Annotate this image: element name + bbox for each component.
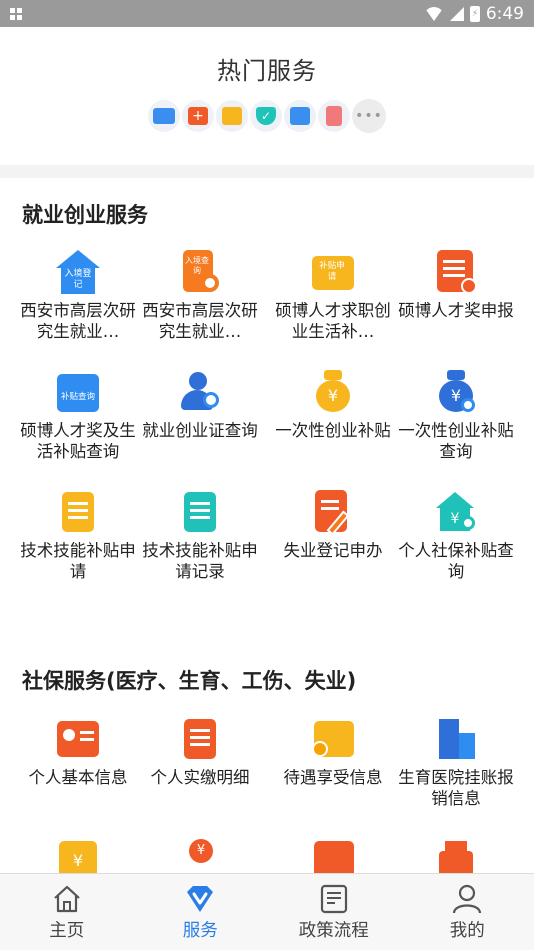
money-bag-icon: ¥ [308, 368, 358, 418]
bottom-tab-bar: 主页 服务 政策流程 我的 [0, 873, 534, 950]
battery-icon: ⚡ [469, 5, 480, 22]
grid-item-employment-7[interactable]: ¥ 一次性创业补贴 [273, 368, 393, 441]
services-panel: 就业创业服务 入境登记 西安市高层次研究生就业… 入境查询 西安市高层次研究生就… [0, 178, 534, 881]
policy-doc-icon [318, 884, 350, 914]
home-icon [51, 884, 83, 914]
hot-services-title: 热门服务 [217, 57, 317, 85]
money-bag-search-icon: ¥ [431, 368, 481, 418]
building-icon [431, 715, 481, 765]
clipboard-list-icon [175, 488, 225, 538]
grid-item-social-4[interactable]: 生育医院挂账报销信息 [396, 715, 516, 809]
grid-item-employment-4[interactable]: 硕博人才奖申报 [396, 248, 516, 321]
tab-service[interactable]: 服务 [134, 874, 268, 950]
clock: 6:49 [485, 3, 524, 24]
folder-query-icon: 补贴查询 [53, 368, 103, 418]
grid-item-employment-11[interactable]: 失业登记申办 [273, 488, 393, 561]
grid-item-employment-3[interactable]: 补贴申请 硕博人才求职创业生活补… [273, 248, 393, 342]
grid-item-employment-5[interactable]: 补贴查询 硕博人才奖及生活补贴查询 [18, 368, 138, 462]
house-money-icon: ¥ [431, 488, 481, 538]
clipboard-icon [53, 488, 103, 538]
document-edit-icon [431, 248, 481, 298]
grid-item-employment-12[interactable]: ¥ 个人社保补贴查询 [396, 488, 516, 582]
grid-item-employment-1[interactable]: 入境登记 西安市高层次研究生就业… [18, 248, 138, 342]
profile-card-icon [53, 715, 103, 765]
grid-item-social-1[interactable]: 个人基本信息 [18, 715, 138, 788]
service-v-icon [184, 884, 216, 914]
hot-services-icons: + ✓ ••• [0, 99, 534, 133]
grid-item-employment-2[interactable]: 入境查询 西安市高层次研究生就业… [140, 248, 260, 342]
folder-icon[interactable] [216, 100, 248, 132]
document-icon[interactable] [318, 100, 350, 132]
status-bar: ⚡ 6:49 [0, 0, 534, 27]
user-search-icon [175, 368, 225, 418]
grid-item-employment-8[interactable]: ¥ 一次性创业补贴查询 [396, 368, 516, 462]
wifi-icon [423, 6, 444, 21]
pen-document-icon [308, 488, 358, 538]
more-icon[interactable]: ••• [352, 99, 386, 133]
signal-icon [449, 6, 464, 21]
shield-check-icon[interactable]: ✓ [250, 100, 282, 132]
section-title-social-security: 社保服务(医疗、生育、工伤、失业) [22, 669, 357, 693]
section-title-employment: 就业创业服务 [22, 203, 148, 227]
tab-home[interactable]: 主页 [0, 874, 134, 950]
grid-item-social-3[interactable]: 待遇享受信息 [273, 715, 393, 788]
qr-code-icon [10, 7, 22, 20]
document-search-icon: 入境查询 [175, 248, 225, 298]
id-card-icon[interactable] [148, 100, 180, 132]
grid-item-employment-9[interactable]: 技术技能补贴申请 [18, 488, 138, 582]
user-icon [451, 884, 483, 914]
grid-item-employment-6[interactable]: 就业创业证查询 [140, 368, 260, 441]
grid-item-social-2[interactable]: 个人实缴明细 [140, 715, 260, 788]
clipboard-orange-icon [175, 715, 225, 765]
tab-mine[interactable]: 我的 [401, 874, 534, 950]
house-register-icon: 入境登记 [53, 248, 103, 298]
grid-item-employment-10[interactable]: 技术技能补贴申请记录 [140, 488, 260, 582]
ticket-icon: 补贴申请 [308, 248, 358, 298]
medical-kit-icon[interactable]: + [182, 100, 214, 132]
calendar-icon[interactable] [284, 100, 316, 132]
hot-services-card: 热门服务 + ✓ ••• [0, 27, 534, 165]
tab-policy[interactable]: 政策流程 [267, 874, 401, 950]
wallet-coins-icon [308, 715, 358, 765]
